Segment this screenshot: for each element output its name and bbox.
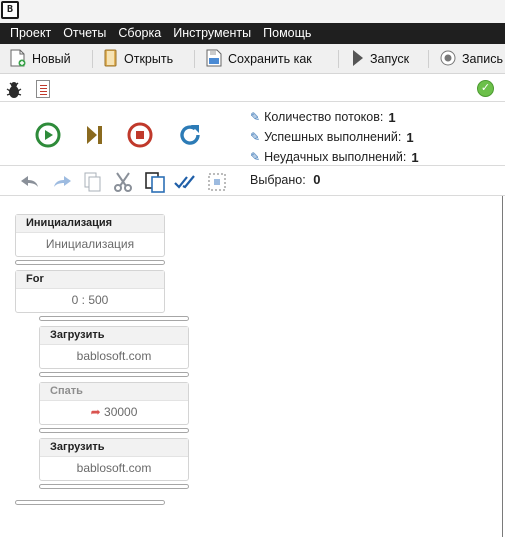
success-value: 1 xyxy=(406,129,414,145)
new-button[interactable]: Новый xyxy=(10,44,71,74)
block-title: Загрузить xyxy=(40,327,188,345)
record-icon xyxy=(440,50,456,69)
toolbar-separator xyxy=(428,50,429,68)
scrollbar-track[interactable] xyxy=(502,196,503,537)
deselect-icon[interactable] xyxy=(205,170,229,194)
divider xyxy=(0,195,505,196)
block-body: Инициализация xyxy=(45,237,135,251)
save-icon xyxy=(206,49,222,70)
success-stat: ✎ Успешных выполнений: 1 xyxy=(250,127,419,147)
edit-toolbar xyxy=(0,168,240,196)
fail-value: 1 xyxy=(411,149,419,165)
secondary-toolbar: ✓ xyxy=(0,76,505,102)
selection-label: Выбрано: xyxy=(250,173,306,187)
block-title: Инициализация xyxy=(16,215,164,233)
menu-tools[interactable]: Инструменты xyxy=(167,23,257,44)
fail-label: Неудачных выполнений: xyxy=(264,150,407,164)
run-triangle-icon xyxy=(352,49,364,70)
fail-stat: ✎ Неудачных выполнений: 1 xyxy=(250,147,419,167)
block-title: Загрузить xyxy=(40,439,188,457)
menu-reports[interactable]: Отчеты xyxy=(57,23,112,44)
toolbar-separator xyxy=(92,50,93,68)
cut-icon[interactable] xyxy=(111,170,135,194)
block-body: bablosoft.com xyxy=(76,349,152,363)
save-as-button[interactable]: Сохранить как xyxy=(206,44,312,74)
action-block-init[interactable]: Инициализация Инициализация xyxy=(15,214,165,257)
open-button[interactable]: Открыть xyxy=(104,44,173,74)
menu-build[interactable]: Сборка xyxy=(112,23,167,44)
toolbar-separator xyxy=(338,50,339,68)
threads-value: 1 xyxy=(388,109,396,125)
block-drop-bar[interactable] xyxy=(15,260,165,265)
pencil-icon[interactable]: ✎ xyxy=(250,110,260,124)
app-icon: B xyxy=(1,1,19,19)
pencil-icon[interactable]: ✎ xyxy=(250,150,260,164)
run-button[interactable]: Запуск xyxy=(352,44,409,74)
menu-project[interactable]: Проект xyxy=(4,23,57,44)
sleep-value: 30000 xyxy=(104,405,138,419)
run-statistics: ✎ Количество потоков: 1 ✎ Успешных выпол… xyxy=(250,107,419,167)
bug-icon[interactable] xyxy=(6,81,22,98)
block-drop-bar[interactable] xyxy=(39,484,189,489)
selection-count: Выбрано: 0 xyxy=(250,172,320,187)
toolbar-separator xyxy=(194,50,195,68)
main-toolbar: Новый Открыть Сохранить как Запуск Запис… xyxy=(0,44,505,74)
record-button-label: Запись xyxy=(462,52,504,66)
new-button-label: Новый xyxy=(32,52,71,66)
run-button-label: Запуск xyxy=(370,52,410,66)
redo-arrow-icon: ➦ xyxy=(90,405,101,419)
block-drop-bar[interactable] xyxy=(39,428,189,433)
select-all-icon[interactable] xyxy=(173,170,197,194)
record-button[interactable]: Запись xyxy=(440,44,503,74)
new-file-icon xyxy=(10,49,26,70)
divider xyxy=(0,101,505,102)
menu-bar: Проект Отчеты Сборка Инструменты Помощь xyxy=(0,23,505,44)
action-block-sleep[interactable]: Спать ➦ 30000 xyxy=(39,382,189,425)
selection-value: 0 xyxy=(313,172,321,187)
step-forward-icon[interactable] xyxy=(82,122,108,148)
paste-icon[interactable] xyxy=(143,170,167,194)
save-as-button-label: Сохранить как xyxy=(228,52,312,66)
status-ok-icon: ✓ xyxy=(477,80,494,97)
copy-icon[interactable] xyxy=(81,170,105,194)
open-button-label: Открыть xyxy=(124,52,174,66)
log-document-icon[interactable] xyxy=(36,80,50,98)
pencil-icon[interactable]: ✎ xyxy=(250,130,260,144)
threads-stat: ✎ Количество потоков: 1 xyxy=(250,107,419,127)
undo-icon[interactable] xyxy=(18,170,42,194)
divider xyxy=(0,165,505,166)
success-label: Успешных выполнений: xyxy=(264,130,402,144)
block-drop-bar[interactable] xyxy=(39,372,189,377)
block-body: ➦ 30000 xyxy=(40,401,188,424)
block-drop-bar[interactable] xyxy=(39,316,189,321)
stop-icon[interactable] xyxy=(127,122,153,148)
action-block-load[interactable]: Загрузить bablosoft.com xyxy=(39,438,189,481)
threads-label: Количество потоков: xyxy=(264,110,384,124)
title-bar: B xyxy=(0,0,505,23)
block-drop-bar[interactable] xyxy=(15,500,165,505)
block-title: Спать xyxy=(40,383,188,401)
open-book-icon xyxy=(104,49,118,70)
redo-icon[interactable] xyxy=(50,170,74,194)
action-block-load[interactable]: Загрузить bablosoft.com xyxy=(39,326,189,369)
play-icon[interactable] xyxy=(35,122,61,148)
restart-icon[interactable] xyxy=(177,122,203,148)
block-body: 0 : 500 xyxy=(71,293,109,307)
menu-help[interactable]: Помощь xyxy=(257,23,317,44)
block-title: For xyxy=(16,271,164,289)
block-body: bablosoft.com xyxy=(76,461,152,475)
action-block-for[interactable]: For 0 : 500 xyxy=(15,270,165,313)
